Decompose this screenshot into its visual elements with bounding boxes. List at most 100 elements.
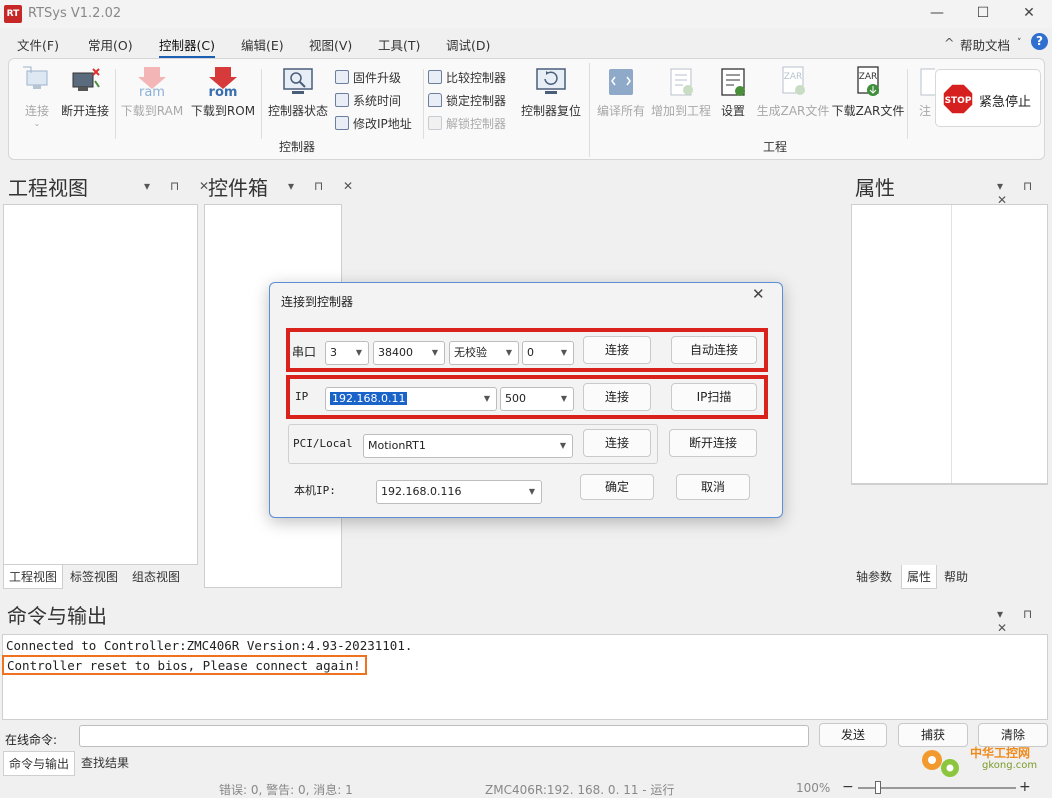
serial-port-select[interactable]: 3 ▼ [325, 341, 369, 365]
firmware-label: 固件升级 [353, 71, 402, 85]
tab-axis-params[interactable]: 轴参数 [851, 565, 897, 588]
compile-all-button[interactable]: 编译所有 [595, 65, 647, 119]
toolbox-panel-tools-icon[interactable]: ▾ ⊓ ✕ [288, 179, 361, 193]
minimize-button[interactable]: — [914, 0, 960, 28]
unlock-label: 解锁控制器 [446, 117, 507, 131]
zoom-slider[interactable] [858, 787, 1016, 789]
disconnect-dialog-button[interactable]: 断开连接 [669, 429, 757, 457]
controller-reset-label: 控制器复位 [520, 104, 581, 118]
cancel-button[interactable]: 取消 [676, 474, 750, 500]
serial-connect-button[interactable]: 连接 [583, 336, 651, 364]
app-title: RTSys V1.2.02 [28, 6, 122, 21]
tab-properties[interactable]: 属性 [901, 565, 938, 589]
menu-common[interactable]: 常用(O) [88, 35, 133, 54]
download-rom-button[interactable]: rom 下载到ROM [189, 65, 257, 119]
baud-rate-select[interactable]: 38400 ▼ [373, 341, 445, 365]
menu-view[interactable]: 视图(V) [309, 35, 352, 54]
local-ip-select[interactable]: 192.168.0.116 ▼ [376, 480, 542, 504]
zar-tag: ZAR [859, 72, 878, 82]
log-line-highlighted: Controller reset to bios, Please connect… [2, 655, 367, 675]
menu-edit[interactable]: 编辑(E) [241, 35, 284, 54]
zoom-out-icon[interactable]: − [842, 779, 854, 795]
stop-sign-icon: STOP [942, 83, 974, 115]
maximize-button[interactable]: ☐ [960, 0, 1006, 28]
note-button[interactable]: 注 [915, 65, 935, 119]
chevron-down-icon: ▼ [483, 394, 490, 403]
disconnect-button[interactable]: 断开连接 [59, 65, 111, 119]
emergency-stop-button[interactable]: STOP 紧急停止 [935, 69, 1041, 127]
settings-label: 设置 [720, 104, 745, 118]
settings-button[interactable]: 设置 [715, 65, 751, 119]
system-time-button[interactable]: 系统时间 [335, 92, 401, 109]
ram-download-icon: ram [138, 67, 166, 100]
ribbon-toolbar: 连接 ⌄ 断开连接 ram 下载到RAM rom 下载到ROM 控制器状态 固件… [8, 58, 1045, 160]
parity-select[interactable]: 无校验 ▼ [449, 341, 519, 365]
tab-command-output[interactable]: 命令与输出 [3, 751, 76, 776]
dialog-close-icon[interactable]: ✕ [752, 285, 765, 303]
properties-grid [851, 204, 1048, 484]
gear-logo-icon [922, 750, 959, 777]
pci-local-value: MotionRT1 [368, 439, 426, 452]
tab-project-view[interactable]: 工程视图 [3, 565, 64, 589]
help-dropdown-icon[interactable]: ˅ [1017, 38, 1022, 48]
chevron-down-icon: ▼ [560, 348, 567, 357]
ip-connect-button[interactable]: 连接 [583, 383, 651, 411]
menu-controller[interactable]: 控制器(C) [159, 35, 215, 58]
properties-panel-tools-icon[interactable]: ▾ ⊓ ✕ [997, 179, 1052, 207]
firmware-upgrade-button[interactable]: 固件升级 [335, 69, 401, 86]
ip-port-value: 500 [505, 392, 526, 405]
tab-search-results[interactable]: 查找结果 [76, 751, 134, 774]
download-ram-button[interactable]: ram 下载到RAM [119, 65, 185, 119]
zoom-slider-thumb[interactable] [875, 781, 881, 794]
project-panel-tools-icon[interactable]: ▾ ⊓ ✕ [144, 179, 217, 193]
ip-port-select[interactable]: 500 ▼ [500, 387, 574, 411]
auto-connect-button[interactable]: 自动连接 [671, 336, 757, 364]
ip-address-value: 192.168.0.11 [330, 392, 408, 405]
pci-local-select[interactable]: MotionRT1 ▼ [363, 434, 573, 458]
zar-tag: ZAR [784, 72, 803, 82]
generate-zar-icon: ZAR [782, 66, 805, 95]
online-command-input[interactable] [79, 725, 809, 747]
tab-config-view[interactable]: 组态视图 [127, 565, 185, 588]
controller-reset-button[interactable]: 控制器复位 [517, 65, 585, 119]
generate-zar-label: 生成ZAR文件 [756, 104, 830, 118]
log-line: Connected to Controller:ZMC406R Version:… [6, 638, 413, 653]
connect-label: 连接 [24, 104, 49, 118]
dialog-title: 连接到控制器 [281, 295, 354, 309]
collapse-ribbon-icon[interactable]: ^ [944, 35, 954, 50]
tab-label-view[interactable]: 标签视图 [65, 565, 123, 588]
ok-button[interactable]: 确定 [580, 474, 654, 500]
download-zar-button[interactable]: ZAR 下载ZAR文件 [831, 65, 905, 119]
connect-button[interactable]: 连接 ⌄ [19, 65, 55, 128]
connect-dropdown-icon[interactable]: ⌄ [19, 119, 55, 128]
lock-controller-button[interactable]: 锁定控制器 [428, 92, 506, 109]
modify-ip-button[interactable]: 修改IP地址 [335, 115, 412, 132]
help-docs-menu[interactable]: 帮助文档 [960, 35, 1010, 54]
watermark-text: 中华工控网 [970, 746, 1031, 760]
menu-file[interactable]: 文件(F) [17, 35, 59, 54]
menu-tools[interactable]: 工具(T) [378, 35, 420, 54]
serial-port-value: 3 [330, 346, 337, 359]
send-button[interactable]: 发送 [819, 723, 887, 747]
ribbon-group-divider [589, 63, 590, 157]
help-icon[interactable]: ? [1031, 33, 1048, 50]
network-icon [335, 116, 349, 130]
generate-zar-button[interactable]: ZAR 生成ZAR文件 [755, 65, 831, 119]
ram-tag: ram [139, 85, 165, 99]
compare-controller-button[interactable]: 比较控制器 [428, 69, 506, 86]
note-label: 注 [918, 104, 931, 118]
zoom-level: 100% [796, 781, 831, 795]
ip-scan-button[interactable]: IP扫描 [671, 383, 757, 411]
stop-bits-select[interactable]: 0 ▼ [522, 341, 574, 365]
rom-download-icon: rom [209, 67, 237, 100]
tab-help[interactable]: 帮助 [939, 565, 973, 588]
ip-address-select[interactable]: 192.168.0.11 ▼ [325, 387, 497, 411]
add-to-project-button[interactable]: 增加到工程 [649, 65, 713, 119]
serial-label: 串口 [292, 345, 317, 359]
output-panel-tools-icon[interactable]: ▾ ⊓ ✕ [997, 607, 1052, 635]
menu-debug[interactable]: 调试(D) [446, 35, 490, 54]
pci-connect-button[interactable]: 连接 [583, 429, 651, 457]
controller-state-button[interactable]: 控制器状态 [265, 65, 331, 119]
unlock-controller-button[interactable]: 解锁控制器 [428, 115, 506, 132]
close-window-button[interactable]: ✕ [1006, 0, 1052, 28]
